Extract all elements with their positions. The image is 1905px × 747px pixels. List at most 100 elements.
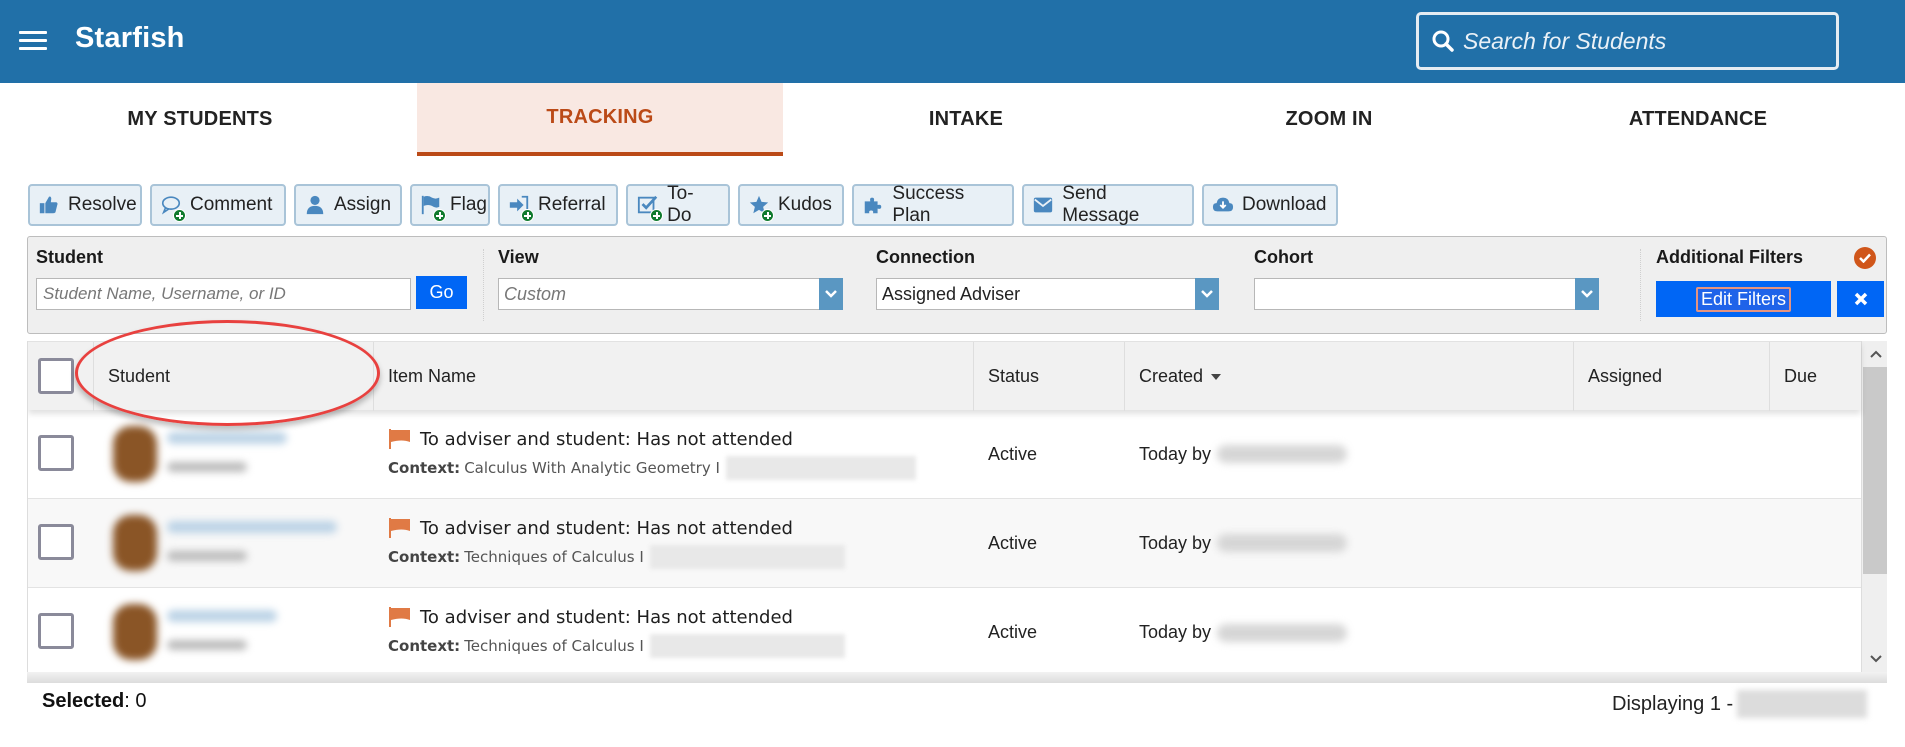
- search-icon: [1432, 30, 1454, 52]
- table-scrollbar[interactable]: [1861, 341, 1887, 672]
- tab-my-students[interactable]: MY STUDENTS: [27, 83, 373, 156]
- created-text: Today by: [1139, 532, 1212, 553]
- column-item-name[interactable]: Item Name: [374, 342, 974, 411]
- action-toolbar: Resolve Comment Assign Flag Referral To-…: [28, 183, 1338, 226]
- context-redacted: [649, 545, 845, 569]
- referral-button[interactable]: Referral: [498, 184, 618, 226]
- flag-label: Flag: [450, 194, 487, 215]
- created-cell: Today by: [1139, 588, 1348, 672]
- connection-filter-label: Connection: [876, 247, 975, 267]
- edit-filters-label: Edit Filters: [1695, 286, 1792, 312]
- item-name-cell: To adviser and student: Has not attended…: [388, 606, 845, 658]
- student-id-redacted: [167, 462, 247, 472]
- row-checkbox[interactable]: [38, 613, 74, 649]
- context-redacted: [725, 456, 916, 480]
- scroll-down-button[interactable]: [1862, 646, 1887, 672]
- flag-icon: [389, 607, 410, 627]
- row-checkbox[interactable]: [38, 435, 74, 471]
- item-title[interactable]: To adviser and student: Has not attended: [420, 607, 793, 628]
- select-all-cell: [28, 342, 94, 411]
- student-id-redacted: [167, 551, 247, 561]
- go-button[interactable]: Go: [416, 276, 467, 309]
- connection-select[interactable]: Assigned Adviser: [876, 278, 1219, 310]
- student-name-redacted: [167, 610, 277, 622]
- referral-add-icon: [508, 194, 534, 222]
- flag-icon: [389, 518, 410, 538]
- app-title: Starfish: [75, 22, 185, 54]
- view-filter-label: View: [498, 247, 539, 267]
- tab-spacer: [373, 83, 417, 156]
- flag-icon: [389, 429, 410, 449]
- send-message-button[interactable]: Send Message: [1022, 183, 1194, 226]
- status-cell: Active: [988, 443, 1038, 464]
- student-cell-redacted[interactable]: [101, 410, 361, 498]
- scroll-thumb[interactable]: [1863, 367, 1887, 574]
- student-cell-redacted[interactable]: [101, 588, 361, 672]
- assign-label[interactable]: Assign: [334, 194, 391, 216]
- comment-button[interactable]: Comment: [150, 184, 286, 226]
- column-assigned[interactable]: Assigned: [1574, 342, 1770, 411]
- download-button[interactable]: Download: [1202, 184, 1338, 226]
- column-created[interactable]: Created: [1125, 342, 1574, 411]
- todo-button[interactable]: To-Do: [626, 183, 730, 226]
- hamburger-menu-icon[interactable]: [19, 31, 47, 51]
- cohort-select[interactable]: [1254, 278, 1599, 310]
- student-search[interactable]: [1416, 12, 1839, 70]
- tab-tracking[interactable]: TRACKING: [417, 83, 783, 156]
- view-select[interactable]: Custom: [498, 278, 843, 310]
- cohort-filter-label: Cohort: [1254, 247, 1313, 267]
- created-text: Today by: [1139, 622, 1212, 642]
- comment-add-icon: [160, 194, 186, 222]
- envelope-icon: [1032, 194, 1054, 216]
- item-name-cell: To adviser and student: Has not attended…: [388, 517, 845, 569]
- displaying-text: Displaying 1 -: [1612, 692, 1734, 715]
- context-value: Calculus With Analytic Geometry I: [464, 459, 720, 477]
- created-cell: Today by: [1139, 410, 1348, 498]
- context-label: Context:: [388, 637, 461, 655]
- thumbs-up-icon: [38, 194, 60, 216]
- select-all-checkbox[interactable]: [38, 358, 74, 394]
- comment-label: Comment: [190, 194, 273, 215]
- referral-label: Referral: [538, 194, 606, 215]
- success-plan-button[interactable]: Success Plan: [852, 183, 1014, 226]
- flag-button[interactable]: Flag: [410, 184, 490, 226]
- additional-filters-label: Additional Filters: [1656, 247, 1804, 267]
- column-due[interactable]: Due: [1770, 342, 1861, 411]
- main-tabs: MY STUDENTS TRACKING INTAKE ZOOM IN ATTE…: [27, 83, 1887, 156]
- column-student[interactable]: Student: [94, 342, 374, 411]
- student-filter-input[interactable]: [36, 278, 411, 310]
- connection-select-value: Assigned Adviser: [882, 283, 1021, 304]
- tab-attendance[interactable]: ATTENDANCE: [1509, 83, 1887, 156]
- filter-divider: [1640, 249, 1641, 321]
- selected-count: Selected: 0: [42, 690, 147, 713]
- kudos-button[interactable]: Kudos: [738, 184, 844, 226]
- column-status[interactable]: Status: [974, 342, 1125, 411]
- student-cell-redacted[interactable]: [101, 499, 361, 587]
- table-row[interactable]: To adviser and student: Has not attended…: [28, 499, 1861, 588]
- clear-filters-button[interactable]: [1837, 281, 1884, 317]
- item-title[interactable]: To adviser and student: Has not attended: [420, 518, 793, 539]
- chevron-down-icon: [1575, 278, 1599, 310]
- tab-zoom-in[interactable]: ZOOM IN: [1149, 83, 1509, 156]
- table-header: Student Item Name Status Created Assigne…: [28, 341, 1861, 411]
- assign-button[interactable]: Assign: [294, 184, 402, 226]
- item-title[interactable]: To adviser and student: Has not attended: [420, 429, 793, 450]
- chevron-down-icon: [1195, 278, 1219, 310]
- top-header: Starfish: [0, 0, 1905, 83]
- scroll-up-button[interactable]: [1862, 341, 1887, 367]
- row-checkbox[interactable]: [38, 524, 74, 560]
- table-row[interactable]: To adviser and student: Has not attended…: [28, 588, 1861, 672]
- student-id-redacted: [167, 640, 247, 650]
- filter-panel: Student Go View Custom Connection Assign…: [27, 236, 1887, 334]
- tab-intake[interactable]: INTAKE: [783, 83, 1149, 156]
- student-search-input[interactable]: [1463, 27, 1823, 55]
- edit-filters-button[interactable]: Edit Filters: [1656, 281, 1831, 317]
- tracking-table: Student Item Name Status Created Assigne…: [27, 341, 1887, 672]
- resolve-button[interactable]: Resolve: [28, 184, 142, 226]
- check-circle-icon: [1854, 247, 1876, 269]
- user-icon: [304, 194, 326, 216]
- avatar: [113, 604, 157, 660]
- context-value: Techniques of Calculus I: [464, 548, 644, 566]
- chevron-up-icon: [1869, 350, 1882, 358]
- table-row[interactable]: To adviser and student: Has not attended…: [28, 410, 1861, 499]
